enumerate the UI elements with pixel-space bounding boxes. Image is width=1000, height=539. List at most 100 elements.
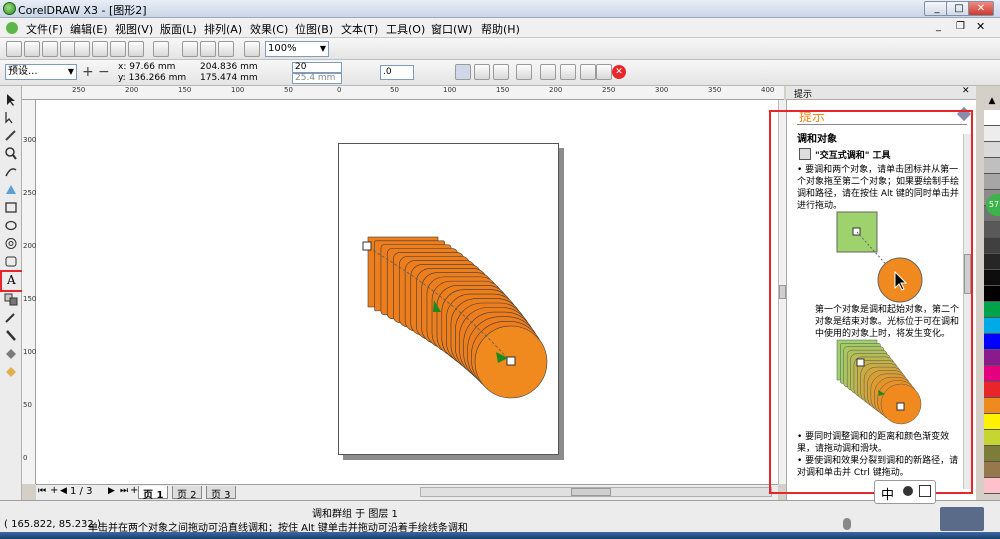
palette-swatch[interactable]: [984, 222, 1000, 238]
palette-swatch[interactable]: [984, 126, 1000, 142]
drawing-canvas[interactable]: [36, 100, 778, 484]
crop-tool-icon[interactable]: [3, 128, 19, 143]
menu-window[interactable]: 窗口(W): [431, 21, 472, 37]
doc-close-button[interactable]: ✕: [976, 20, 985, 33]
object-color-accel-icon[interactable]: [516, 64, 532, 80]
next-page-icon[interactable]: ▶: [108, 486, 115, 496]
palette-swatch[interactable]: [984, 446, 1000, 462]
blend-spacing-field[interactable]: 25.4 mm: [292, 73, 342, 84]
palette-swatch[interactable]: [984, 414, 1000, 430]
menu-tools[interactable]: 工具(O): [386, 21, 425, 37]
doc-restore-button[interactable]: ❐: [956, 21, 965, 32]
menu-bitmaps[interactable]: 位图(B): [295, 21, 333, 37]
preset-select[interactable]: 预设... ▼: [5, 64, 77, 80]
tab-page-3[interactable]: 页 3: [206, 486, 236, 501]
clear-blend-icon[interactable]: ✕: [612, 65, 626, 79]
new-icon[interactable]: [6, 41, 22, 57]
menu-edit[interactable]: 编辑(E): [70, 21, 108, 37]
zoom-level-select[interactable]: 100% ▼: [265, 41, 329, 57]
add-page-icon[interactable]: +: [50, 485, 58, 496]
remove-preset-icon[interactable]: −: [98, 64, 110, 80]
palette-swatch[interactable]: [984, 158, 1000, 174]
docker-tab-label[interactable]: 提示: [794, 87, 812, 100]
palette-swatch[interactable]: [984, 398, 1000, 414]
tab-page-1[interactable]: 页 1: [138, 486, 169, 501]
clockwise-blend-icon[interactable]: [474, 64, 490, 80]
counterclockwise-blend-icon[interactable]: [493, 64, 509, 80]
palette-swatch[interactable]: [984, 350, 1000, 366]
x-position-field[interactable]: x: 97.66 mm: [118, 62, 175, 72]
palette-swatch[interactable]: [984, 366, 1000, 382]
eyedropper-tool-icon[interactable]: [3, 310, 19, 325]
interactive-fill-tool-icon[interactable]: [3, 364, 19, 379]
shape-tool-icon[interactable]: [3, 110, 19, 125]
start-end-props-icon[interactable]: [560, 64, 576, 80]
cut-icon[interactable]: [74, 41, 90, 57]
zoom-tool-icon[interactable]: [3, 146, 19, 161]
menu-text[interactable]: 文本(T): [341, 21, 378, 37]
blend-end-handle[interactable]: [506, 356, 516, 366]
path-props-icon[interactable]: [580, 64, 596, 80]
pick-tool-icon[interactable]: [3, 92, 19, 107]
interactive-blend-tool-icon[interactable]: [3, 292, 19, 307]
freehand-tool-icon[interactable]: [3, 164, 19, 179]
blend-start-handle[interactable]: [362, 241, 372, 251]
ime-indicator[interactable]: 中: [874, 480, 936, 504]
palette-swatch[interactable]: [984, 142, 1000, 158]
menu-view[interactable]: 视图(V): [115, 21, 153, 37]
palette-swatch[interactable]: [984, 430, 1000, 446]
direct-blend-icon[interactable]: [455, 64, 471, 80]
open-icon[interactable]: [24, 41, 40, 57]
save-icon[interactable]: [42, 41, 58, 57]
palette-swatch[interactable]: [984, 238, 1000, 254]
copy-blend-props-icon[interactable]: [596, 64, 612, 80]
palette-swatch[interactable]: [984, 110, 1000, 126]
object-height-field[interactable]: 175.474 mm: [200, 73, 258, 83]
horizontal-ruler[interactable]: 250 200 150 100 50 0 50 100 150 200 250 …: [22, 86, 784, 100]
palette-scroll-up-icon[interactable]: ▲: [984, 96, 1000, 108]
vertical-ruler[interactable]: 300 250 200 150 100 50 0: [22, 100, 36, 484]
add-preset-icon[interactable]: +: [82, 64, 94, 80]
prev-page-icon[interactable]: ◀: [60, 486, 67, 496]
last-page-icon[interactable]: ⏭: [120, 486, 128, 496]
doc-minimize-button[interactable]: _: [936, 21, 941, 32]
launcher-icon[interactable]: [218, 41, 234, 57]
menu-arrange[interactable]: 排列(A): [204, 21, 242, 37]
document-icon[interactable]: [6, 22, 18, 34]
spiral-tool-icon[interactable]: [3, 236, 19, 251]
docker-close-icon[interactable]: ✕: [962, 86, 970, 96]
zoom-icon[interactable]: [244, 41, 260, 57]
redo-icon[interactable]: [153, 41, 169, 57]
palette-swatch[interactable]: [984, 270, 1000, 286]
palette-swatch[interactable]: [984, 478, 1000, 494]
rectangle-tool-icon[interactable]: [3, 200, 19, 215]
y-position-field[interactable]: y: 136.266 mm: [118, 73, 186, 83]
palette-swatch[interactable]: [984, 174, 1000, 190]
palette-swatch[interactable]: [984, 302, 1000, 318]
fill-tool-icon[interactable]: [3, 346, 19, 361]
canvas-horizontal-scrollbar[interactable]: [420, 487, 772, 497]
blend-direction-field[interactable]: .0: [380, 65, 414, 80]
menu-effects[interactable]: 效果(C): [250, 21, 288, 37]
copy-icon[interactable]: [92, 41, 108, 57]
outline-tool-icon[interactable]: [3, 328, 19, 343]
blend-steps-field[interactable]: 20: [292, 62, 342, 73]
menu-layout[interactable]: 版面(L): [160, 21, 197, 37]
menu-file[interactable]: 文件(F): [26, 21, 63, 37]
palette-swatch[interactable]: [984, 382, 1000, 398]
ellipse-tool-icon[interactable]: [3, 218, 19, 233]
blend-group[interactable]: [36, 100, 778, 484]
import-icon[interactable]: [182, 41, 198, 57]
scrollbar-thumb[interactable]: [571, 488, 611, 496]
export-icon[interactable]: [200, 41, 216, 57]
palette-swatch[interactable]: [984, 318, 1000, 334]
palette-swatch[interactable]: [984, 462, 1000, 478]
palette-swatch[interactable]: [984, 334, 1000, 350]
object-width-field[interactable]: 204.836 mm: [200, 62, 258, 72]
tab-page-2[interactable]: 页 2: [172, 486, 202, 501]
palette-swatch[interactable]: [984, 286, 1000, 302]
palette-swatch[interactable]: [984, 254, 1000, 270]
menu-help[interactable]: 帮助(H): [481, 21, 520, 37]
close-button[interactable]: ✕: [968, 1, 994, 16]
paste-icon[interactable]: [110, 41, 126, 57]
